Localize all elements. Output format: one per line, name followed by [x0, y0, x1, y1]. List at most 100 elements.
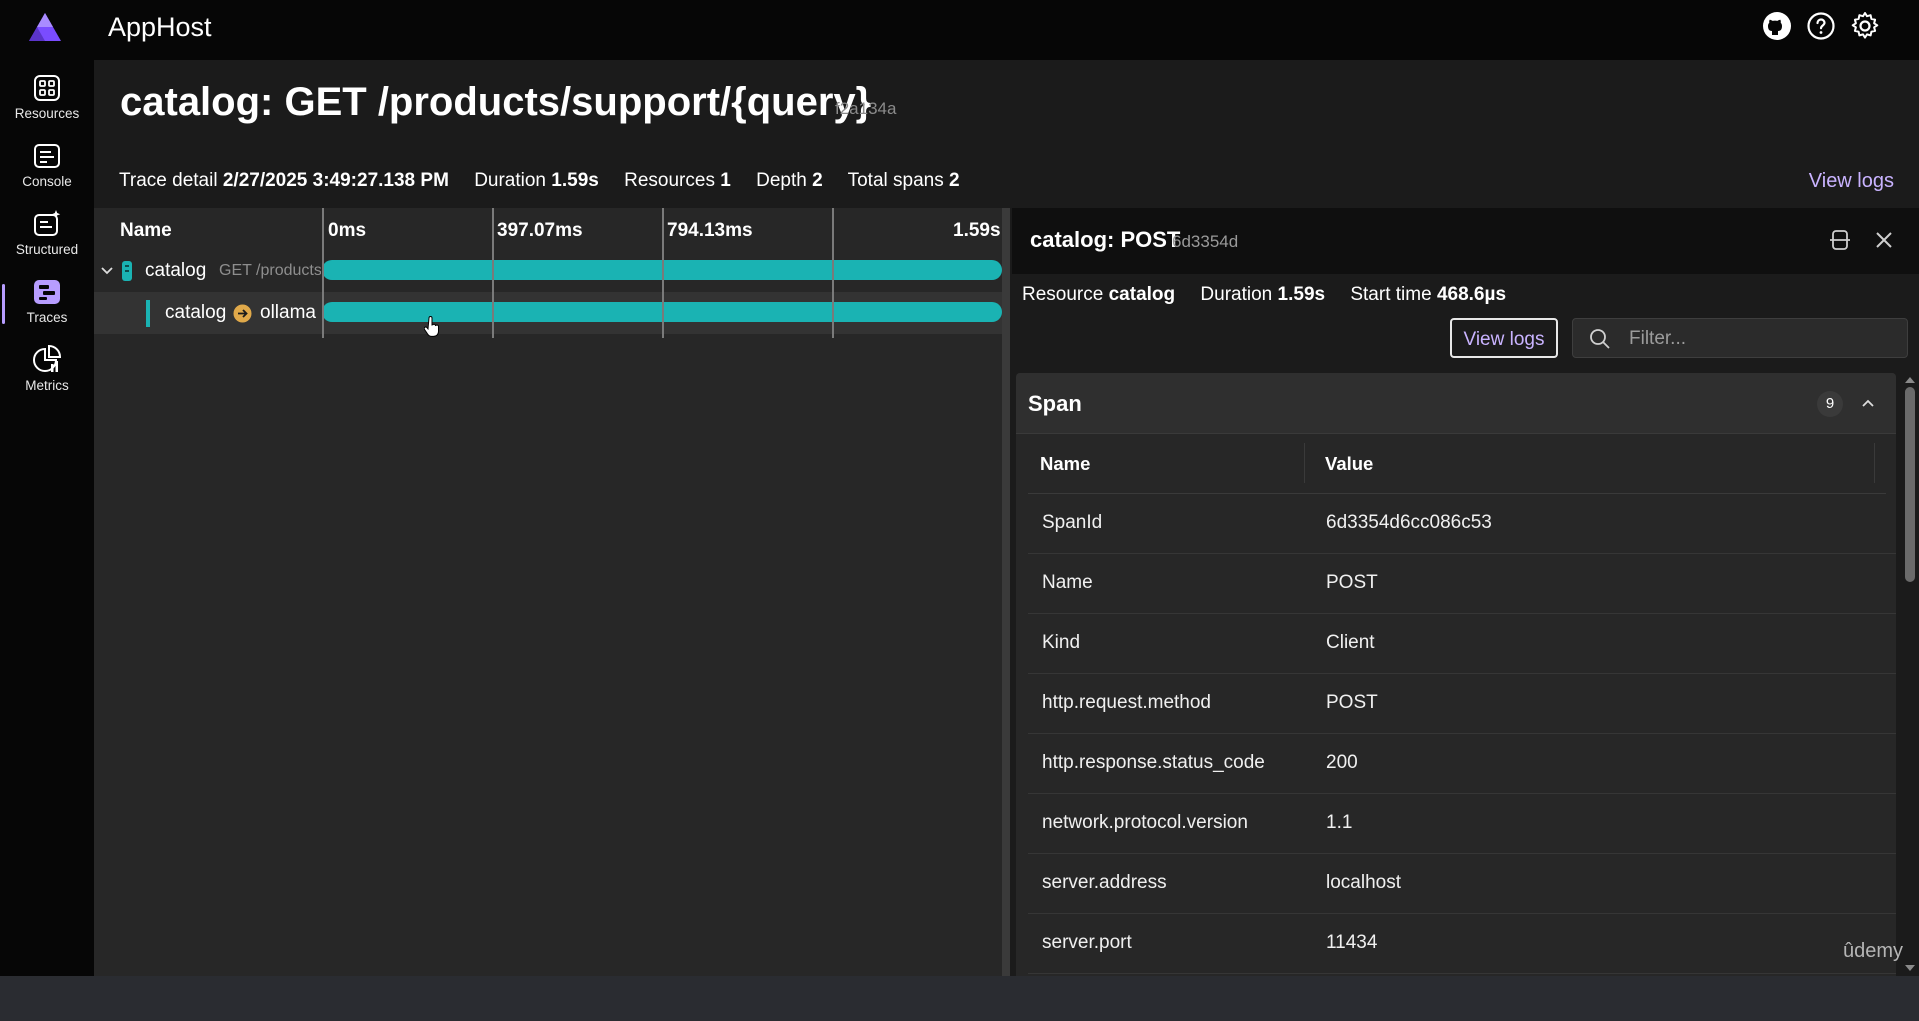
section-header[interactable]: Span 9: [1016, 373, 1896, 434]
detail-scrollbar[interactable]: [1899, 373, 1919, 976]
filter-input[interactable]: [1627, 319, 1901, 359]
table-row[interactable]: Kind Client: [1028, 613, 1896, 674]
attribute-value: POST: [1326, 692, 1378, 713]
github-icon[interactable]: [1761, 10, 1793, 42]
trace-summary: Trace detail 2/27/2025 3:49:27.138 PM Du…: [119, 170, 980, 192]
sidebar-item-structured[interactable]: Structured: [4, 202, 90, 266]
aspire-logo-icon[interactable]: [28, 11, 62, 43]
udemy-watermark: ûdemy: [1843, 940, 1904, 962]
attribute-name: Kind: [1042, 632, 1081, 653]
traces-icon: [34, 280, 60, 304]
sidebar-item-label: Traces: [26, 310, 68, 325]
span-name: GET /products: [219, 262, 321, 279]
attribute-value: localhost: [1326, 872, 1401, 893]
search-icon: [1590, 329, 1610, 349]
metrics-icon: [33, 344, 62, 372]
sidebar-item-resources[interactable]: Resources: [4, 66, 90, 130]
page-title: catalog: GET /products/support/{query}: [120, 80, 872, 124]
span-depth-marker: [146, 300, 150, 327]
attribute-name: network.protocol.version: [1042, 812, 1248, 833]
arrow-right-icon: [233, 304, 252, 323]
detail-title: catalog: POST: [1030, 227, 1181, 252]
resources-label: Resources: [624, 170, 715, 191]
depth-value: 2: [812, 170, 823, 191]
attribute-name: Name: [1042, 572, 1093, 593]
table-row[interactable]: http.response.status_code 200: [1028, 733, 1896, 794]
chevron-down-icon[interactable]: [100, 264, 114, 278]
attribute-value: 11434: [1326, 932, 1378, 953]
structured-logs-icon: [34, 210, 61, 236]
duration-label: Duration: [1200, 284, 1273, 305]
table-row[interactable]: SpanId 6d3354d6cc086c53: [1028, 493, 1896, 554]
view-logs-link[interactable]: View logs: [1809, 170, 1894, 193]
detail-span-id: 6d3354d: [1172, 232, 1239, 251]
trace-detail-value: 2/27/2025 3:49:27.138 PM: [222, 170, 449, 191]
attribute-name: http.response.status_code: [1042, 752, 1265, 773]
table-row[interactable]: server.port 11434: [1028, 913, 1896, 974]
resources-grid-icon: [34, 75, 60, 101]
toggle-orientation-icon[interactable]: [1826, 226, 1854, 254]
sidebar-item-console[interactable]: Console: [4, 134, 90, 198]
span-row[interactable]: catalog GET /products: [94, 250, 1007, 292]
detail-header: catalog: POST 6d3354d: [1012, 208, 1919, 274]
attribute-value: POST: [1326, 572, 1378, 593]
attribute-value: 1.1: [1326, 812, 1353, 833]
attribute-name: http.request.method: [1042, 692, 1211, 713]
bottom-strip: [0, 976, 1919, 1021]
column-divider[interactable]: [1874, 443, 1875, 483]
name-column-header: Name: [1040, 453, 1091, 474]
section-title: Span: [1028, 391, 1082, 416]
console-icon: [34, 144, 60, 168]
time-gridline: [832, 208, 834, 338]
attribute-value: 6d3354d6cc086c53: [1326, 512, 1492, 533]
settings-icon[interactable]: [1849, 10, 1881, 42]
app-title: AppHost: [108, 12, 212, 42]
trace-detail-label: Trace detail: [119, 170, 218, 191]
table-row[interactable]: Name POST: [1028, 553, 1896, 614]
scroll-up-arrow-icon[interactable]: [1904, 375, 1916, 385]
span-target: ollama: [260, 302, 316, 323]
attribute-value: 200: [1326, 752, 1358, 773]
help-icon[interactable]: [1805, 10, 1837, 42]
view-logs-button[interactable]: View logs: [1450, 318, 1558, 358]
chevron-up-icon[interactable]: [1858, 393, 1878, 413]
time-gridline: [662, 208, 664, 338]
resource-value: catalog: [1108, 284, 1176, 305]
resources-value: 1: [720, 170, 731, 191]
sidebar-item-label: Console: [22, 174, 72, 189]
scroll-down-arrow-icon[interactable]: [1904, 963, 1916, 973]
depth-label: Depth: [756, 170, 807, 191]
panel-resize-handle[interactable]: [1002, 208, 1010, 976]
trace-id: f2a134a: [835, 99, 897, 118]
main-content: catalog: GET /products/support/{query} f…: [94, 60, 1919, 976]
tick-label: 397.07ms: [497, 220, 583, 241]
duration-label: Duration: [474, 170, 547, 191]
span-row[interactable]: catalog ollama: [94, 292, 1007, 334]
sidebar-item-label: Resources: [14, 106, 80, 121]
time-gridline: [322, 208, 324, 338]
column-divider[interactable]: [1304, 443, 1305, 483]
sidebar-item-label: Structured: [15, 242, 79, 257]
span-resource: catalog: [165, 302, 227, 323]
tick-label: 794.13ms: [667, 220, 753, 241]
time-gridline: [492, 208, 494, 338]
scrollbar-thumb[interactable]: [1905, 387, 1915, 582]
attribute-name: server.port: [1042, 932, 1132, 953]
close-icon[interactable]: [1870, 226, 1898, 254]
table-row[interactable]: network.protocol.version 1.1: [1028, 793, 1896, 854]
filter-field[interactable]: [1572, 318, 1908, 359]
total-spans-label: Total spans: [847, 170, 944, 191]
attribute-name: SpanId: [1042, 512, 1103, 533]
sidebar-item-label: Metrics: [25, 378, 69, 393]
sidebar-item-traces[interactable]: Traces: [2, 270, 90, 334]
sidebar-item-metrics[interactable]: Metrics: [4, 338, 90, 402]
table-row[interactable]: server.address localhost: [1028, 853, 1896, 914]
attribute-value: Client: [1326, 632, 1375, 653]
resource-icon: [122, 261, 132, 281]
tick-label: 1.59s: [953, 220, 1001, 241]
duration-value: 1.59s: [1277, 284, 1326, 305]
table-row[interactable]: http.request.method POST: [1028, 673, 1896, 734]
section-count-badge: 9: [1817, 391, 1843, 417]
span-resource: catalog: [145, 260, 207, 281]
sidebar-nav: Resources Console Structured Traces Metr…: [0, 60, 94, 976]
